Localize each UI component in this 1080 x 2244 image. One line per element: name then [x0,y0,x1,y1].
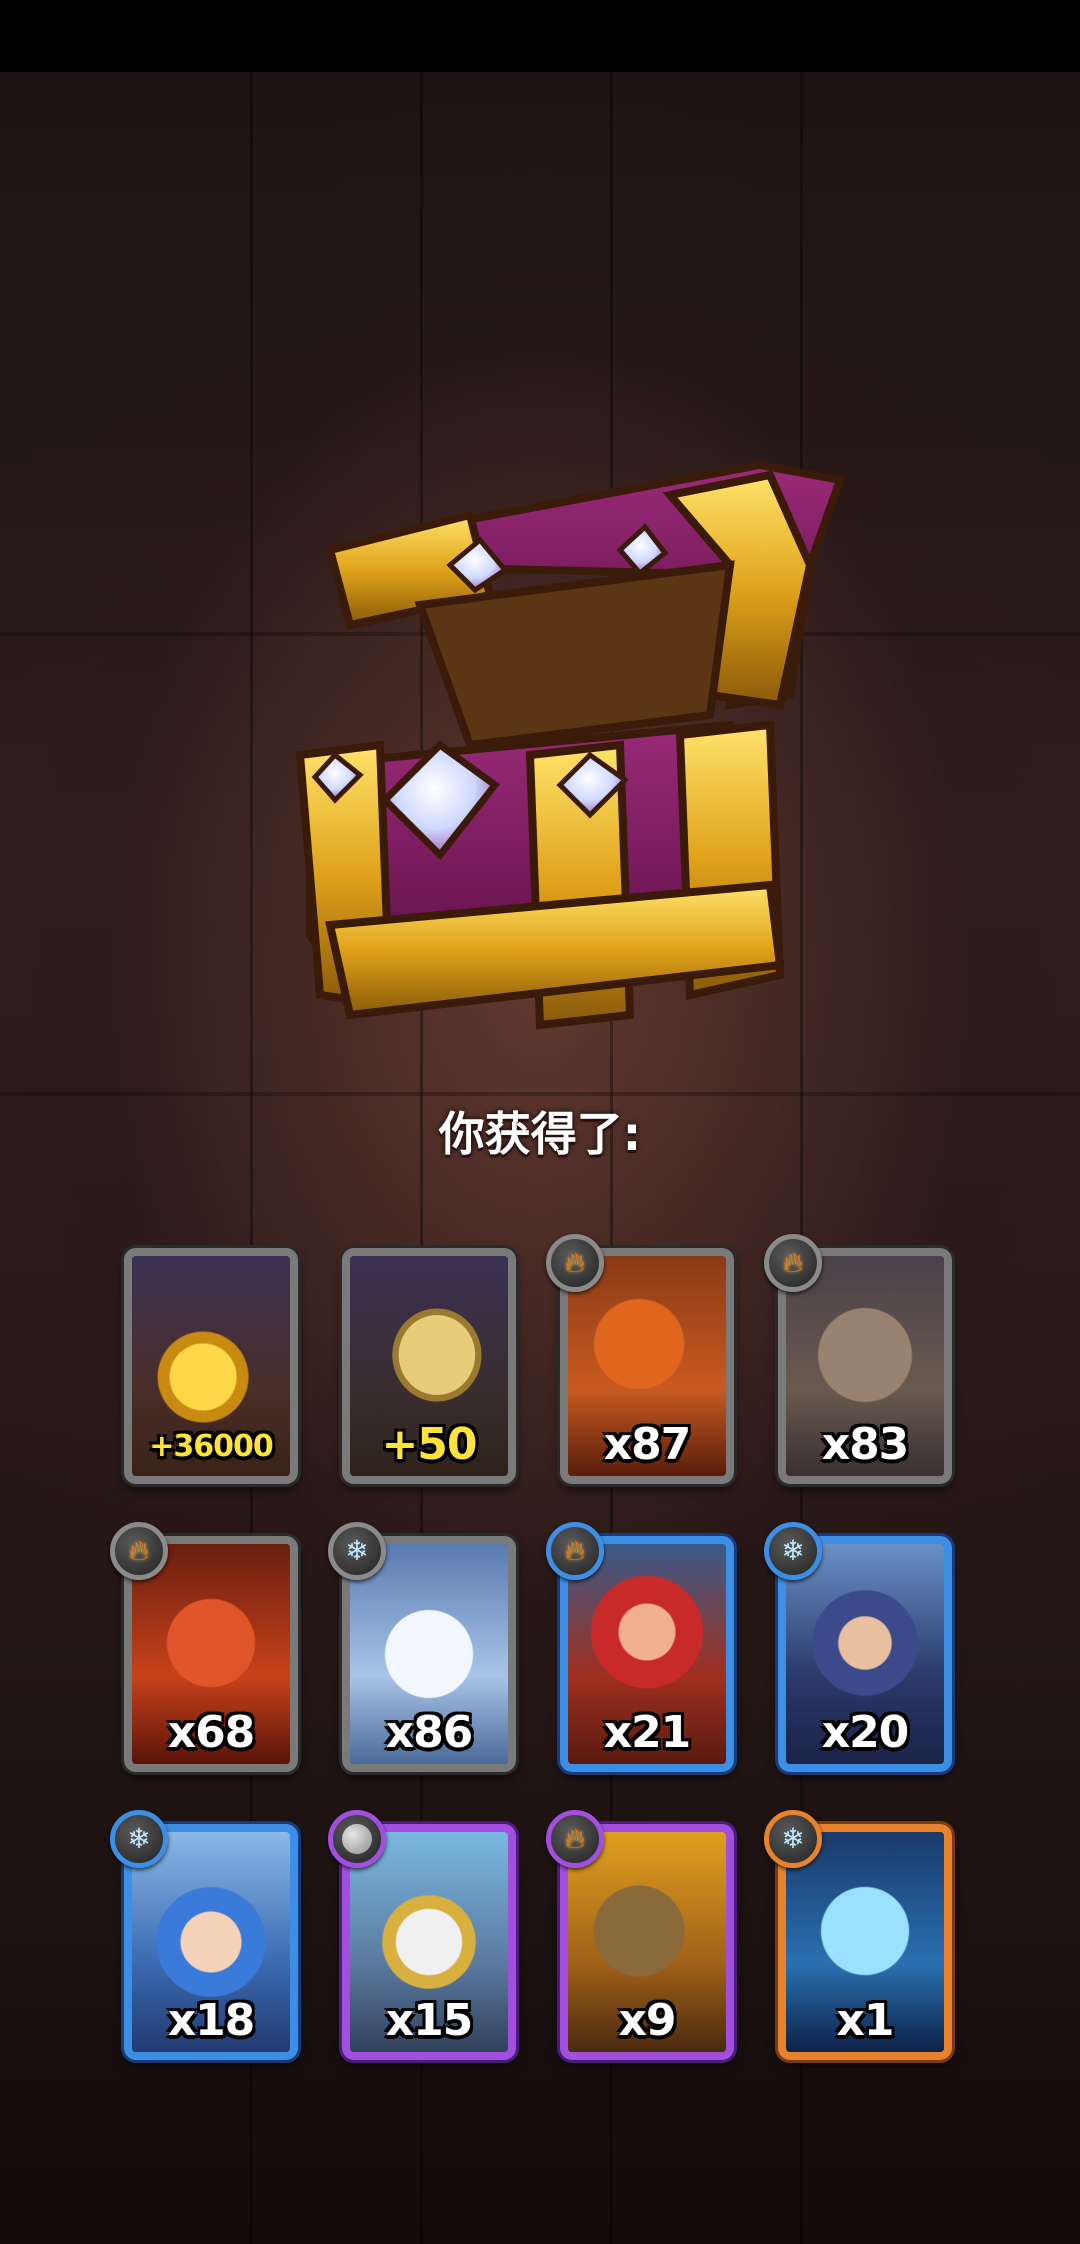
ice-element-icon: ❄ [127,1822,151,1855]
element-badge: 🔥︎ [546,1522,604,1580]
moon-element-icon [342,1824,372,1854]
treasure-chest-icon [295,460,846,1030]
reward-amount: x21 [603,1707,692,1758]
reward-amount: x20 [821,1707,910,1758]
element-badge: ❄ [764,1810,822,1868]
element-badge [328,1810,386,1868]
reward-amount: x87 [603,1419,692,1470]
element-badge: ❄ [110,1810,168,1868]
ice-element-icon: ❄ [781,1534,805,1567]
element-badge: ❄ [764,1522,822,1580]
reward-title: 你获得了: [438,1107,642,1161]
ice-element-icon: ❄ [345,1534,369,1567]
ice-element-icon: ❄ [781,1822,805,1855]
reward-amount: x83 [821,1419,910,1470]
fire-element-icon: 🔥︎ [128,1534,150,1567]
fire-element-icon: 🔥︎ [564,1534,586,1567]
status-bar [0,0,1080,72]
element-badge: 🔥︎ [110,1522,168,1580]
reward-amount: x86 [385,1707,474,1758]
fire-element-icon: 🔥︎ [564,1246,586,1279]
reward-amount: +50 [381,1419,477,1470]
reward-card-scroll[interactable]: +50 [342,1248,516,1484]
reward-amount: x68 [167,1707,256,1758]
reward-amount: x9 [618,1995,677,2046]
reward-amount: x18 [167,1995,256,2046]
reward-amount: +36000 [149,1429,274,1464]
element-badge: ❄ [328,1522,386,1580]
element-badge: 🔥︎ [764,1234,822,1292]
wood-beam [0,1092,1080,1096]
element-badge: 🔥︎ [546,1810,604,1868]
element-badge: 🔥︎ [546,1234,604,1292]
reward-amount: x15 [385,1995,474,2046]
reward-amount: x1 [836,1995,895,2046]
fire-element-icon: 🔥︎ [564,1822,586,1855]
reward-card-gold[interactable]: +36000 [124,1248,298,1484]
fire-element-icon: 🔥︎ [782,1246,804,1279]
